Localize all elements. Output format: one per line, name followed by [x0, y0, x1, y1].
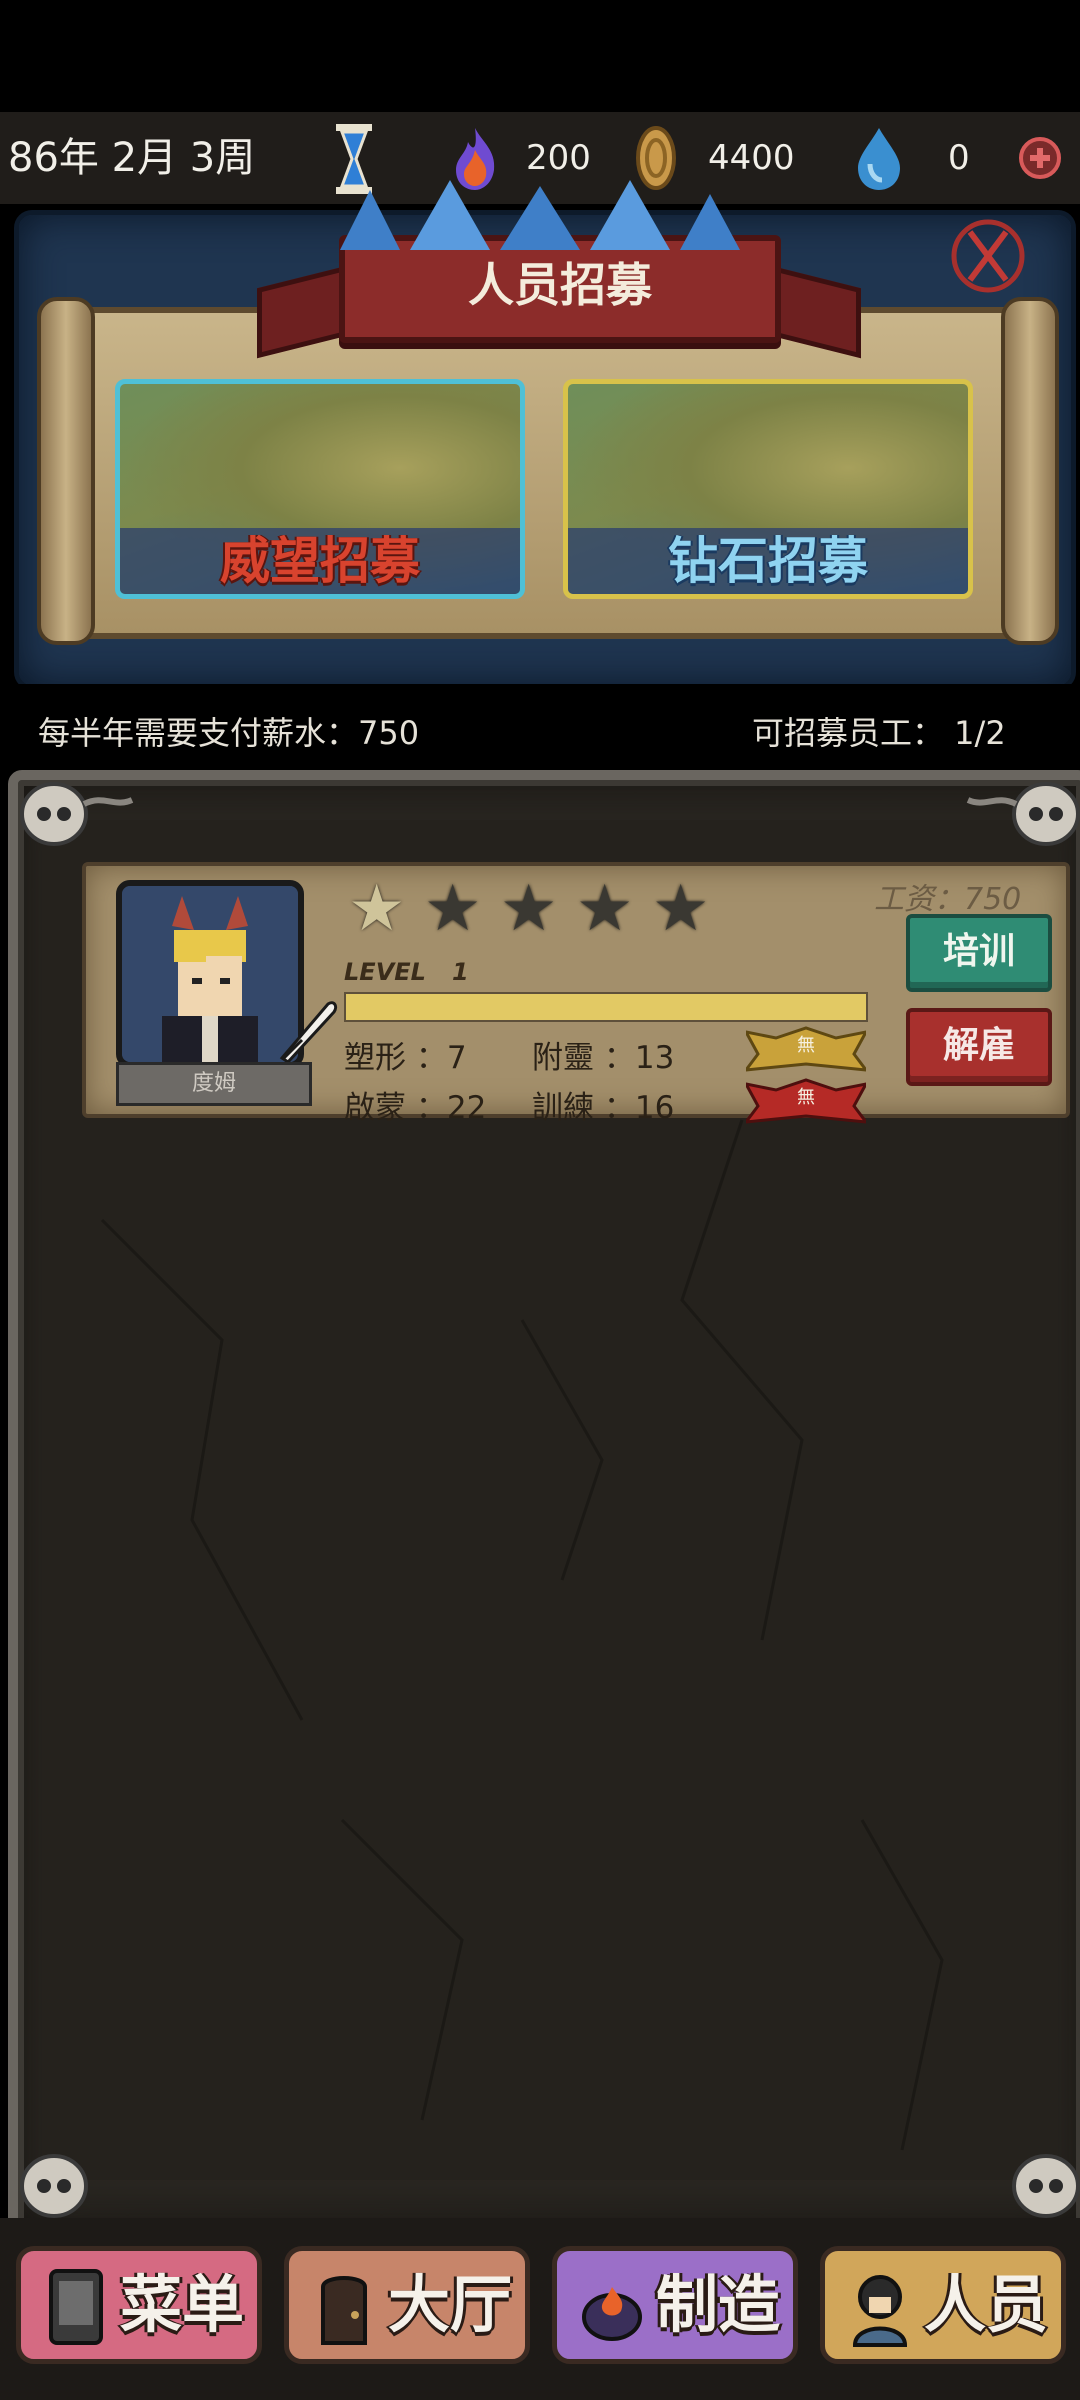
recruit-title: 人员招募	[468, 258, 652, 312]
stat-shaping: 塑形 ：7	[344, 1040, 467, 1076]
door-icon	[321, 2276, 367, 2345]
stat-enlighten: 啟蒙 ：22	[344, 1090, 487, 1126]
train-button[interactable]: 培训	[906, 914, 1052, 992]
diamond-recruit-label: 钻石招募	[668, 532, 868, 590]
level-number: 1	[452, 958, 469, 986]
recruit-panel: 人员招募 威望招募 钻石招募	[14, 210, 1076, 690]
staff-card[interactable]: 度姆 工资：750 LEVEL 1 塑形 ：7 附靈 ：13 啟蒙 ：22 訓練…	[82, 862, 1070, 1126]
nav-staff-label: 人员	[923, 2268, 1048, 2341]
drop-count: 0	[948, 138, 970, 178]
nav-hall-button[interactable]: 大厅	[284, 2246, 530, 2364]
nav-craft-button[interactable]: 制造	[552, 2246, 798, 2364]
scroll-end-left	[37, 297, 95, 645]
crystal-decoration-icon	[340, 180, 740, 250]
capacity-note: 可招募员工： 1/2	[752, 714, 1006, 752]
star-icon: ★	[348, 872, 406, 946]
star-icon: ★	[500, 872, 558, 946]
level-label: LEVEL	[344, 958, 426, 986]
person-icon	[852, 2275, 908, 2347]
stat-attach-spirit: 附靈 ：13	[532, 1040, 675, 1076]
nav-staff-button[interactable]: 人员	[820, 2246, 1066, 2364]
skull-ornament-icon	[20, 2154, 88, 2218]
add-currency-icon[interactable]	[1018, 136, 1062, 180]
skull-ornament-icon	[1012, 2154, 1080, 2218]
nav-menu-label: 菜单	[119, 2268, 244, 2341]
staff-list-panel: 度姆 工资：750 LEVEL 1 塑形 ：7 附靈 ：13 啟蒙 ：22 訓練…	[8, 770, 1080, 2238]
star-icon: ★	[576, 872, 634, 946]
star-icon: ★	[424, 872, 482, 946]
date-display: 86年 2月 3周	[8, 135, 256, 181]
prestige-recruit-label: 威望招募	[220, 532, 420, 590]
nav-menu-button[interactable]: 菜单	[16, 2246, 262, 2364]
star-icon: ★	[652, 872, 710, 946]
skull-ornament-icon	[966, 782, 1080, 846]
nav-hall-label: 大厅	[387, 2268, 512, 2341]
close-icon[interactable]	[946, 214, 1030, 298]
stat-train: 訓練 ：16	[532, 1090, 675, 1126]
fire-button[interactable]: 解雇	[906, 1008, 1052, 1086]
nav-craft-label: 制造	[655, 2268, 780, 2341]
scroll-end-right	[1001, 297, 1059, 645]
level-progress-fill	[346, 994, 866, 1020]
cauldron-icon	[582, 2287, 642, 2341]
rename-quill-icon[interactable]	[272, 996, 342, 1066]
phone-icon	[49, 2269, 103, 2345]
salary-note: 每半年需要支付薪水：750	[38, 714, 420, 752]
staff-salary: 工资：750	[874, 882, 1022, 917]
recruit-info-row: 每半年需要支付薪水：750 可招募员工： 1/2	[0, 684, 1080, 774]
skull-ornament-icon	[20, 782, 134, 846]
staff-name: 度姆	[191, 1071, 236, 1096]
water-drop-icon	[858, 128, 900, 190]
staff-list-area[interactable]: 度姆 工资：750 LEVEL 1 塑形 ：7 附靈 ：13 啟蒙 ：22 訓練…	[42, 820, 1070, 2180]
diamond-recruit-button[interactable]: 钻石招募	[563, 379, 973, 599]
prestige-recruit-button[interactable]: 威望招募	[115, 379, 525, 599]
bottom-navigation: 菜单 大厅 制造 人员	[0, 2218, 1080, 2400]
level-progress-bar	[344, 992, 868, 1022]
gold-trait-label: 無	[797, 1035, 815, 1056]
red-trait-label: 無	[797, 1087, 815, 1108]
